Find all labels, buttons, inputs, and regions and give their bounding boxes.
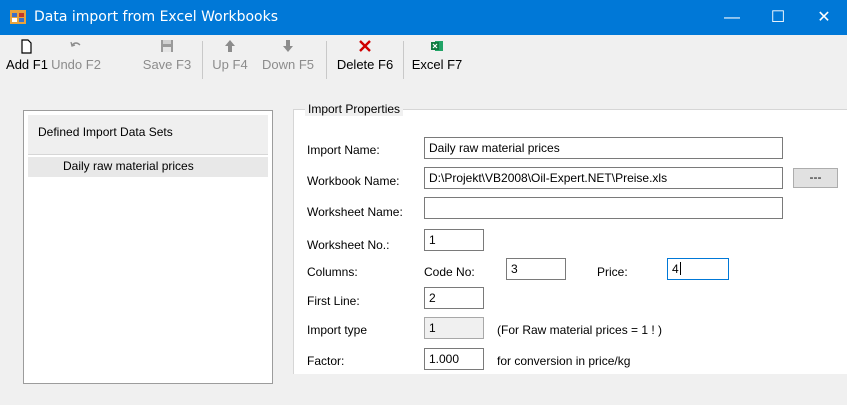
price-column-value: 4 — [672, 262, 679, 276]
excel-button[interactable]: Excel F7 — [411, 37, 463, 81]
import-name-field[interactable]: Daily raw material prices — [424, 137, 783, 159]
list-item[interactable]: Daily raw material prices — [28, 157, 268, 177]
toolbar-separator — [403, 41, 404, 79]
undo-icon — [51, 37, 101, 55]
text-caret — [679, 262, 681, 275]
price-column-field[interactable]: 4 — [667, 258, 729, 280]
app-icon — [10, 10, 26, 24]
delete-button[interactable]: Delete F6 — [334, 37, 396, 81]
browse-button[interactable]: --- — [793, 168, 838, 188]
list-header[interactable]: Defined Import Data Sets — [28, 115, 268, 155]
save-icon — [142, 37, 192, 55]
add-button[interactable]: Add F1 — [6, 37, 48, 81]
save-button[interactable]: Save F3 — [142, 37, 192, 81]
undo-button[interactable]: Undo F2 — [51, 37, 101, 81]
factor-label: Factor: — [307, 354, 345, 368]
factor-field[interactable]: 1.000 — [424, 348, 484, 370]
toolbar-separator — [326, 41, 327, 79]
group-legend: Import Properties — [305, 102, 404, 116]
up-button[interactable]: Up F4 — [210, 37, 250, 81]
import-type-field: 1 — [424, 317, 484, 339]
window-title: Data import from Excel Workbooks — [34, 9, 278, 25]
import-type-label: Import type — [307, 323, 368, 337]
arrow-down-icon — [256, 37, 320, 55]
code-no-field[interactable]: 3 — [506, 258, 566, 280]
worksheet-name-label: Worksheet Name: — [307, 205, 403, 219]
first-line-label: First Line: — [307, 294, 360, 308]
delete-x-icon — [334, 37, 396, 55]
workbook-name-field[interactable]: D:\Projekt\VB2008\Oil-Expert.NET\Preise.… — [424, 167, 783, 189]
minimize-button[interactable]: — — [709, 0, 755, 35]
columns-label: Columns: — [307, 265, 358, 279]
worksheet-name-field[interactable] — [424, 197, 783, 219]
first-line-field[interactable]: 2 — [424, 287, 484, 309]
toolbar-separator — [202, 41, 203, 79]
close-button[interactable]: ✕ — [801, 0, 847, 35]
down-button[interactable]: Down F5 — [256, 37, 320, 81]
import-sets-list[interactable]: Defined Import Data Sets Daily raw mater… — [23, 110, 273, 384]
import-type-note: (For Raw material prices = 1 ! ) — [497, 323, 663, 337]
title-bar: Data import from Excel Workbooks — ☐ ✕ — [0, 0, 847, 35]
new-document-icon — [6, 37, 48, 55]
worksheet-no-label: Worksheet No.: — [307, 238, 390, 252]
code-no-label: Code No: — [424, 265, 475, 279]
toolbar: Add F1 Undo F2 Save F3 Up F4 Down F5 Del… — [0, 35, 847, 83]
worksheet-no-field[interactable]: 1 — [424, 229, 484, 251]
workbook-name-label: Workbook Name: — [307, 174, 400, 188]
factor-note: for conversion in price/kg — [497, 354, 631, 368]
excel-icon — [411, 37, 463, 55]
arrow-up-icon — [210, 37, 250, 55]
import-name-label: Import Name: — [307, 143, 380, 157]
price-label: Price: — [597, 265, 628, 279]
maximize-button[interactable]: ☐ — [755, 0, 801, 35]
